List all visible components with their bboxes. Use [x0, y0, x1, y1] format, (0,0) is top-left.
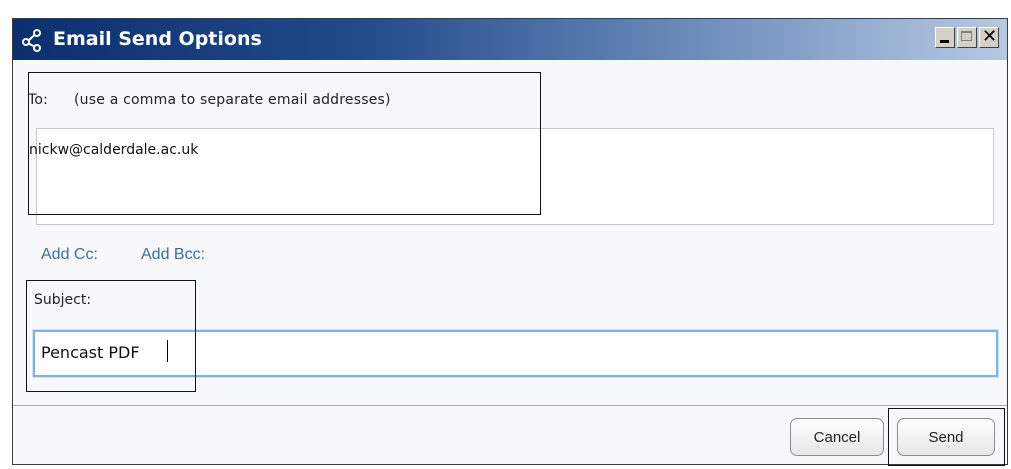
- subject-field[interactable]: [33, 330, 998, 377]
- send-button-label: Send: [928, 428, 964, 446]
- maximize-button[interactable]: [957, 27, 977, 48]
- cancel-button-label: Cancel: [813, 428, 861, 446]
- title-bar[interactable]: Email Send Options ✕: [13, 19, 1007, 60]
- subject-value: Pencast PDF: [41, 343, 140, 362]
- footer-divider: [13, 405, 1007, 406]
- close-button[interactable]: ✕: [979, 27, 999, 48]
- share-icon: [19, 27, 45, 53]
- subject-label: Subject:: [34, 292, 92, 308]
- minimize-button[interactable]: [935, 27, 955, 48]
- add-cc-link[interactable]: Add Cc:: [41, 246, 98, 264]
- minimize-icon: [940, 40, 949, 43]
- close-icon: ✕: [982, 26, 998, 47]
- send-button[interactable]: Send: [897, 418, 995, 456]
- to-email-value: nickw@calderdale.ac.uk: [29, 142, 199, 158]
- email-send-options-window: [12, 18, 1008, 465]
- cancel-button[interactable]: Cancel: [790, 418, 884, 456]
- add-bcc-link[interactable]: Add Bcc:: [141, 246, 205, 264]
- to-label: To:: [28, 92, 49, 108]
- maximize-icon: [961, 31, 972, 41]
- window-title: Email Send Options: [53, 28, 262, 50]
- text-caret: [167, 340, 168, 362]
- to-hint: (use a comma to separate email addresses…: [74, 92, 391, 108]
